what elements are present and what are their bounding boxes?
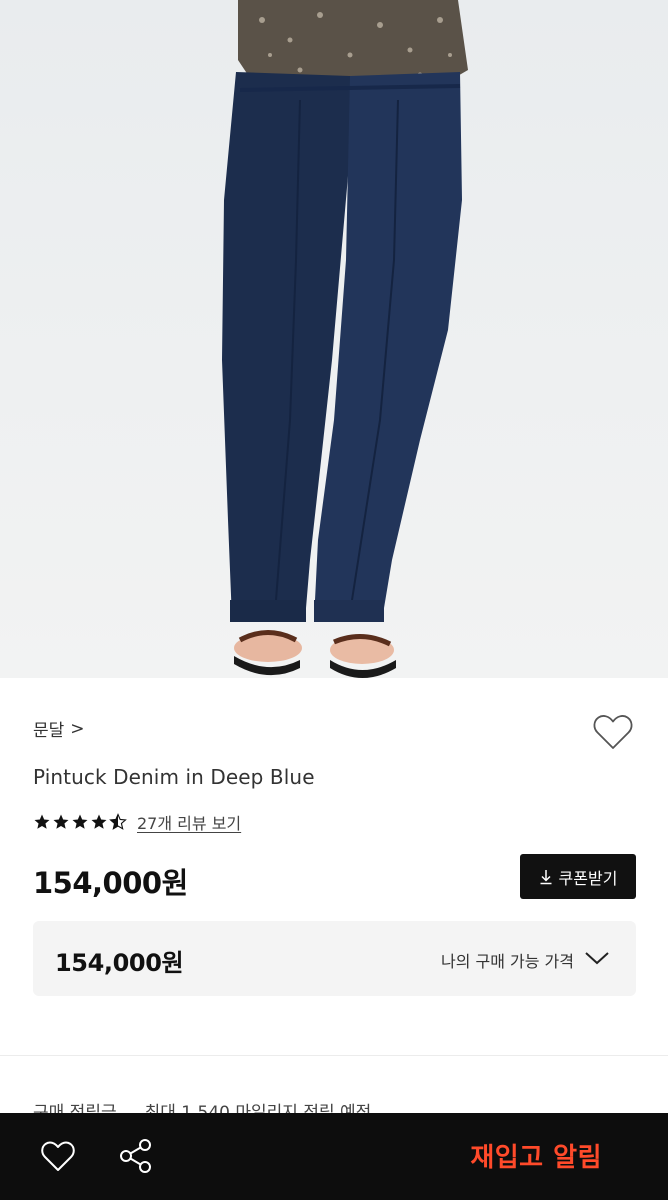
product-photo-illustration: [222, 0, 468, 678]
heart-outline-icon: [593, 715, 633, 749]
star-rating: [33, 813, 127, 831]
share-icon: [120, 1139, 151, 1173]
star-icon: [53, 814, 69, 829]
share-button[interactable]: [118, 1137, 154, 1175]
section-divider: [0, 1055, 668, 1056]
coupon-button-label: 쿠폰받기: [558, 868, 618, 888]
product-title: Pintuck Denim in Deep Blue: [33, 765, 315, 789]
wishlist-button[interactable]: [592, 712, 634, 752]
heart-outline-icon: [41, 1141, 75, 1171]
chevron-right-icon: >: [70, 718, 85, 739]
brand-link[interactable]: 문달 >: [33, 716, 85, 742]
coupon-button[interactable]: 쿠폰받기: [520, 854, 636, 899]
star-icon: [91, 814, 107, 829]
brand-name: 문달: [33, 721, 65, 741]
reviews-link[interactable]: 27개 리뷰 보기: [137, 810, 241, 834]
star-half-icon: [109, 813, 127, 830]
download-arrow-icon: [540, 869, 552, 884]
star-icon: [34, 814, 50, 829]
wishlist-bottom-button[interactable]: [40, 1139, 76, 1173]
my-price-label: 나의 구매 가능 가격: [440, 952, 574, 971]
product-price: 154,000원: [33, 866, 188, 900]
my-price-value: 154,000원: [55, 949, 184, 977]
product-image: [0, 0, 668, 678]
rating-row: 27개 리뷰 보기: [33, 810, 241, 834]
restock-alert-button[interactable]: 재입고 알림: [470, 1137, 602, 1174]
bottom-action-bar: 재입고 알림: [0, 1113, 668, 1200]
chevron-down-icon: [585, 952, 609, 965]
star-icon: [72, 814, 88, 829]
my-price-dropdown[interactable]: 154,000원 나의 구매 가능 가격: [33, 921, 636, 996]
